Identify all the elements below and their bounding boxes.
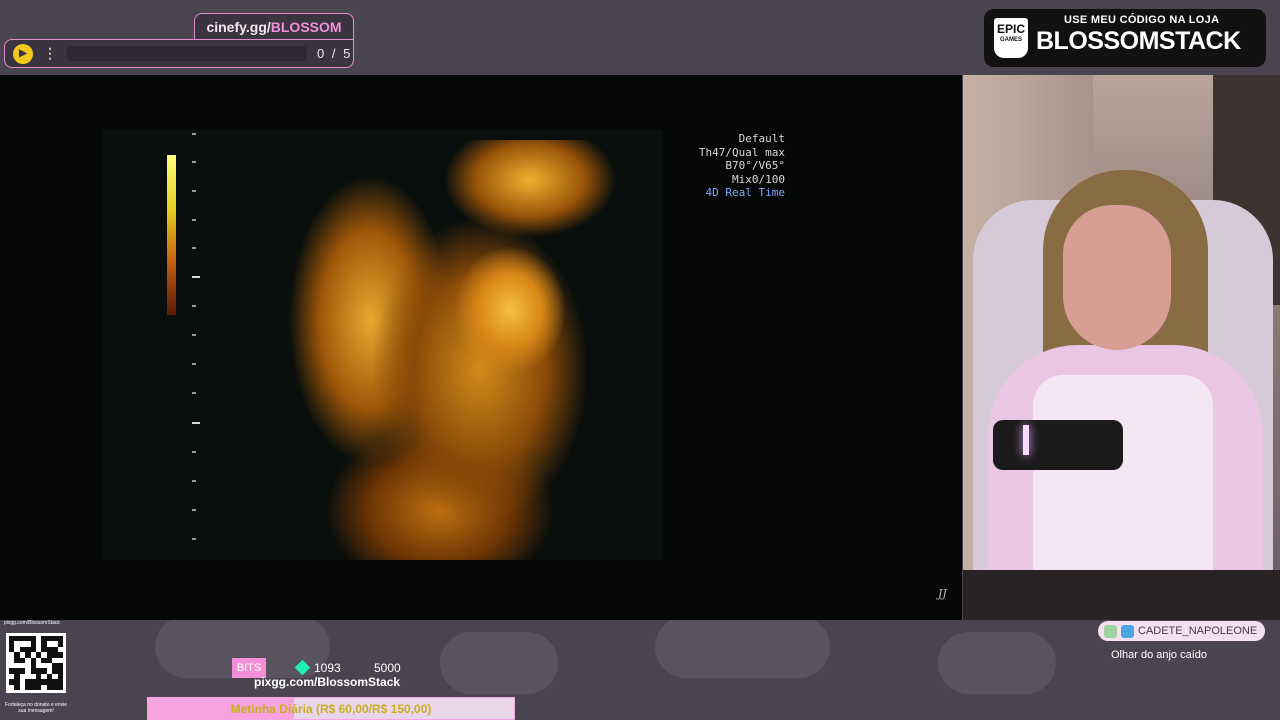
cinefy-url-name: BLOSSOM — [270, 18, 342, 35]
daily-goal-text: Metinha Diária (R$ 60,00/R$ 150,00) — [230, 701, 432, 716]
sponsor-tagline: USE MEU CÓDIGO NA LOJA — [1064, 14, 1220, 26]
ultrasound-image — [280, 140, 660, 560]
scale-tick — [192, 219, 196, 221]
badge-star-icon — [1104, 624, 1117, 638]
background-cloud — [655, 616, 830, 678]
us-mode: 4D Real Time — [705, 186, 785, 199]
scale-tick — [192, 334, 196, 336]
background-cloud — [938, 632, 1056, 694]
microphone-light — [1023, 425, 1029, 455]
scale-tick — [192, 451, 196, 453]
background-cloud — [440, 632, 558, 694]
scale-tick — [192, 480, 196, 482]
epic-logo-line2: GAMES — [999, 37, 1022, 43]
scale-tick — [192, 276, 200, 278]
microphone — [993, 420, 1123, 470]
qr-caption: Fortaleça no donate e envie sua mensagem… — [5, 702, 67, 714]
streamer-face — [1063, 205, 1171, 350]
chat-username: CADETE_NAPOLEONE — [1138, 625, 1258, 637]
cinefy-logo-icon: ▶ — [13, 43, 33, 64]
chat-message: Olhar do anjo caído — [1111, 649, 1208, 661]
cinefy-queue-bar: ▶ ⋮ 0 / 5 — [4, 39, 354, 68]
us-setting-line: Default — [738, 132, 785, 145]
creator-code: BLOSSOMSTACK — [1036, 27, 1241, 55]
scale-tick — [192, 305, 196, 307]
ultrasound-settings: Default Th47/Qual max B70°/V65° Mix0/100… — [640, 132, 785, 200]
scale-tick — [192, 161, 196, 163]
scale-tick — [192, 509, 196, 511]
scale-tick — [192, 392, 196, 394]
us-setting-line: Mix0/100 — [732, 172, 785, 186]
ultrasound-video: Default Th47/Qual max B70°/V65° Mix0/100… — [0, 75, 962, 620]
epic-sponsor-banner: EPIC GAMES USE MEU CÓDIGO NA LOJA BLOSSO… — [984, 9, 1266, 67]
pix-url: pixgg.com/BlossomStack — [254, 675, 401, 689]
scale-tick — [192, 133, 196, 135]
epic-logo-line1: EPIC — [996, 22, 1025, 36]
cinefy-progress-track — [67, 46, 307, 61]
donate-qr-code[interactable] — [6, 633, 66, 693]
cinefy-url-prefix: cinefy.gg/ — [206, 18, 271, 35]
qr-module — [57, 684, 63, 690]
scale-tick — [192, 190, 196, 192]
us-setting-line: B70°/V65° — [725, 159, 785, 172]
kebab-menu-icon[interactable]: ⋮ — [43, 45, 57, 62]
scale-tick — [192, 363, 196, 365]
chat-username-badge[interactable]: CADETE_NAPOLEONE — [1098, 621, 1266, 641]
qr-url: pixgg.com/BlossomStack — [4, 620, 60, 626]
scale-tick — [192, 538, 196, 540]
badge-crown-icon — [1121, 624, 1134, 638]
color-scale-bar — [167, 155, 176, 315]
epic-games-logo-icon: EPIC GAMES — [994, 18, 1028, 58]
cinefy-url-tab[interactable]: cinefy.gg/BLOSSOM — [194, 13, 354, 39]
webcam-feed — [963, 75, 1280, 620]
us-setting-line: Th47/Qual max — [698, 145, 785, 159]
bits-goal: 5000 — [374, 661, 401, 675]
desk — [963, 570, 1280, 620]
bits-current: 1093 — [314, 661, 341, 675]
cinefy-queue-count: 0 / 5 — [317, 46, 353, 61]
scale-tick — [192, 247, 196, 249]
ultrasound-corner-mark: JJ — [938, 587, 947, 600]
scale-tick — [192, 422, 200, 424]
daily-goal-bar: Metinha Diária (R$ 60,00/R$ 150,00) — [147, 697, 515, 720]
